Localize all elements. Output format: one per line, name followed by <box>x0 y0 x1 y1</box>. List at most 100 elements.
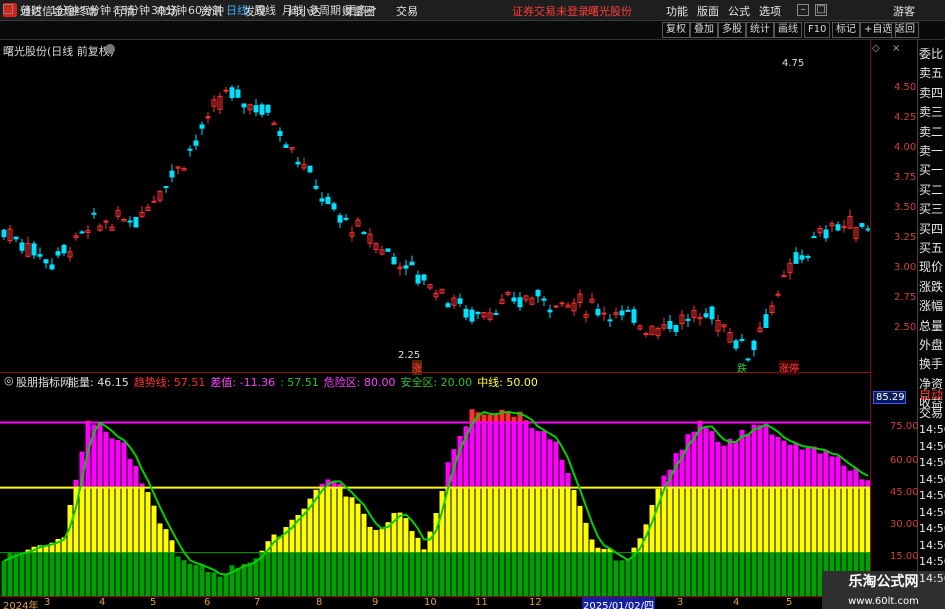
candle <box>79 230 85 234</box>
sidebar-time: 14:56 <box>919 439 945 453</box>
energy-bar <box>547 439 553 596</box>
energy-bar <box>277 536 283 596</box>
energy-bar <box>589 539 595 596</box>
sidebar-item[interactable]: 卖一 <box>919 142 943 159</box>
candle <box>667 314 673 333</box>
energy-bar <box>673 453 679 596</box>
close-icon[interactable]: × <box>892 43 900 54</box>
back-button[interactable]: 返回 <box>891 22 919 38</box>
candle <box>355 216 361 227</box>
candle <box>67 246 73 262</box>
energy-bar <box>331 480 337 596</box>
sidebar-item[interactable]: 卖三 <box>919 103 943 120</box>
candle <box>787 258 793 280</box>
energy-bar <box>481 414 487 596</box>
candle <box>169 164 175 183</box>
energy-bar <box>565 472 571 596</box>
energy-bar <box>163 529 169 596</box>
candle <box>181 166 187 171</box>
price-tick-label: 3.25 <box>894 232 917 243</box>
energy-bar <box>313 489 319 596</box>
energy-bar <box>457 435 463 596</box>
sidebar-item[interactable]: 卖四 <box>919 84 943 101</box>
energy-bar <box>667 469 673 596</box>
energy-bar <box>571 489 577 596</box>
candle <box>775 290 781 298</box>
energy-bar <box>367 526 373 596</box>
sidebar-item[interactable]: 买五 <box>919 239 943 256</box>
sidebar-item[interactable]: 买四 <box>919 220 943 237</box>
sidebar-auto[interactable]: 自动 <box>919 386 943 403</box>
sidebar-item[interactable]: 外盘 <box>919 336 943 353</box>
candle <box>379 245 385 256</box>
candle <box>757 321 763 334</box>
candle <box>715 314 721 337</box>
sidebar-item[interactable]: 现价 <box>919 258 943 275</box>
energy-bar <box>577 505 583 596</box>
candle <box>247 103 253 115</box>
indicator-item: : 57.51 <box>280 376 319 389</box>
energy-bar <box>703 427 709 596</box>
energy-bar <box>211 572 217 596</box>
energy-bar <box>775 436 781 596</box>
candle <box>163 186 169 193</box>
energy-bar <box>619 560 625 596</box>
sidebar-item[interactable]: 换手 <box>919 355 943 372</box>
energy-bar <box>25 549 31 596</box>
indicator-item: 差值: -11.36 <box>210 376 276 389</box>
sidebar-item[interactable]: 买二 <box>919 181 943 198</box>
x-axis-label: 8 <box>316 597 323 608</box>
energy-bar <box>385 522 391 596</box>
guest-label[interactable]: 游客 <box>893 3 915 19</box>
candle <box>331 201 337 212</box>
energy-bar <box>463 426 469 596</box>
candle <box>55 247 61 258</box>
signal-up-badge: 涨 <box>412 360 422 375</box>
sidebar-trade[interactable]: 交易 <box>919 404 943 421</box>
x-axis-label: 5 <box>786 597 793 608</box>
sidebar-item[interactable]: 卖二 <box>919 123 943 140</box>
energy-bar <box>781 440 787 596</box>
sidebar-item[interactable]: 买一 <box>919 161 943 178</box>
x-axis-label: 6 <box>204 597 211 608</box>
candle <box>463 305 469 321</box>
energy-bar <box>715 441 721 596</box>
sidebar-item[interactable]: 涨幅 <box>919 297 943 314</box>
sidebar-item[interactable]: 总量 <box>919 317 943 334</box>
energy-bar <box>217 576 223 596</box>
candle <box>259 102 265 118</box>
energy-bar <box>145 492 151 596</box>
sidebar-item[interactable]: 买三 <box>919 200 943 217</box>
energy-bar <box>223 574 229 596</box>
price-tick-label: 3.75 <box>894 172 917 183</box>
kline-chart[interactable] <box>0 0 870 609</box>
diamond-icon[interactable]: ◇ <box>872 43 880 54</box>
indicator-item: 危险区: 80.00 <box>323 376 396 389</box>
indicator-item: 安全区: 20.00 <box>400 376 473 389</box>
sidebar-item[interactable]: 涨跌 <box>919 278 943 295</box>
candle <box>433 289 439 301</box>
candle <box>313 179 319 191</box>
sidebar-item[interactable]: 委比 <box>919 45 943 62</box>
energy-bar <box>505 412 511 596</box>
candle <box>343 214 349 222</box>
candle <box>19 238 25 254</box>
candle <box>325 193 331 205</box>
candle <box>475 311 481 319</box>
candle <box>637 324 643 331</box>
energy-bar <box>295 515 301 596</box>
indicator-gear-icon[interactable]: ◎ <box>4 374 14 387</box>
candle <box>529 296 535 305</box>
energy-bar <box>391 513 397 596</box>
energy-bar <box>19 554 25 596</box>
sidebar-item[interactable]: 卖五 <box>919 64 943 81</box>
energy-bar <box>415 537 421 596</box>
price-tick-label: 4.00 <box>894 142 917 153</box>
candle <box>595 303 601 318</box>
energy-bar <box>487 414 493 596</box>
candle <box>451 294 457 309</box>
energy-bar <box>427 531 433 596</box>
candle <box>553 304 559 309</box>
candle <box>37 247 43 260</box>
indicator-name[interactable]: 股朋指标网 <box>16 374 71 390</box>
